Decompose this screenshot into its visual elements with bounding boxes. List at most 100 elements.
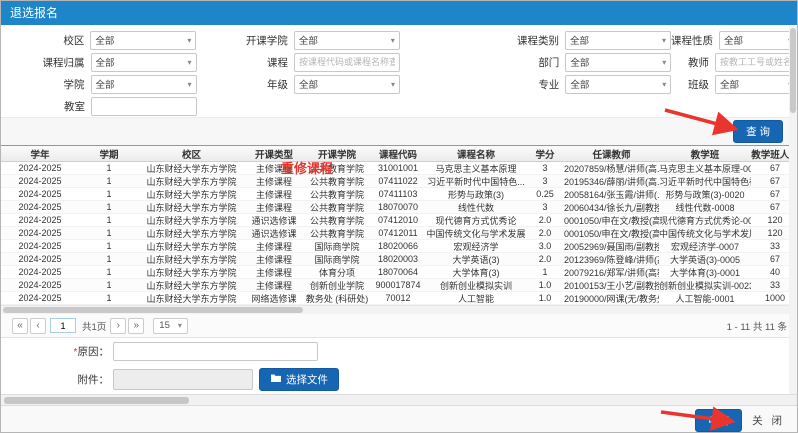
table-cell: 创新创业模拟实训-0023 — [659, 279, 751, 292]
table-row[interactable]: 2024-20251山东财经大学东方学院主修课程创新创业学院900017874创… — [1, 279, 797, 292]
filter-input-course[interactable] — [294, 53, 400, 72]
table-cell: 创新创业模拟实训 — [426, 279, 526, 292]
table-row[interactable]: 2024-20251山东财经大学东方学院主修课程体育分项18070064大学体育… — [1, 266, 797, 279]
table-body: 2024-20251山东财经大学东方学院主修课程公共教育学院31001001马克… — [1, 162, 797, 305]
filter-select-grade[interactable]: 全部▾ — [294, 75, 400, 94]
table-cell: 20079216/郑军/讲师(高教... — [564, 266, 659, 279]
filter-select-course-attribution[interactable]: 全部▾ — [91, 53, 197, 72]
table-cell: 2024-2025 — [1, 293, 79, 303]
table-cell: 07411022 — [370, 176, 426, 186]
reason-row: *原因： — [1, 338, 797, 364]
filter-label: 校区 — [1, 33, 90, 48]
selected-value: 全部 — [570, 33, 662, 47]
apply-button[interactable]: 申请 — [695, 409, 742, 432]
column-header[interactable]: 学分 — [526, 147, 564, 161]
table-cell: 2024-2025 — [1, 228, 79, 238]
table-cell: 18070070 — [370, 202, 426, 212]
table-cell: 2.0 — [526, 215, 564, 225]
table-cell: 1 — [79, 163, 139, 173]
reason-input[interactable] — [113, 342, 318, 361]
scrollbar-thumb[interactable] — [4, 397, 189, 404]
table-cell: 0001050/申在文/教授(高... — [564, 227, 659, 240]
table-cell: 3.0 — [526, 241, 564, 251]
table-cell: 人工智能-0001 — [659, 292, 751, 305]
table-horizontal-scrollbar[interactable] — [1, 305, 797, 314]
table-row[interactable]: 2024-20251山东财经大学东方学院主修课程公共教育学院07411103形势… — [1, 188, 797, 201]
filter-field-offering-college: 开课学院全部▾ — [196, 29, 399, 51]
filter-field-classroom: 教室 — [1, 95, 197, 117]
filter-select-course-category[interactable]: 全部▾ — [565, 31, 671, 50]
column-header[interactable]: 学年 — [1, 147, 79, 161]
page-size-select[interactable]: 15 ▾ — [153, 318, 188, 334]
table-cell: 主修课程 — [244, 201, 304, 214]
table-row[interactable]: 2024-20251山东财经大学东方学院通识选修课公共教育学院07412010现… — [1, 214, 797, 227]
next-page-button[interactable]: › — [110, 318, 126, 334]
filter-select-offering-college[interactable]: 全部▾ — [294, 31, 400, 50]
selected-value: 全部 — [299, 33, 391, 47]
choose-file-button[interactable]: 选择文件 — [259, 368, 339, 391]
table-cell: 线性代数-0008 — [659, 201, 751, 214]
table-cell: 形势与政策(3) — [426, 188, 526, 201]
column-header[interactable]: 课程名称 — [426, 147, 526, 161]
filter-input-classroom[interactable] — [91, 97, 197, 116]
filter-input-teacher[interactable] — [715, 53, 797, 72]
filter-field-college: 学院全部▾ — [1, 73, 197, 95]
column-header[interactable]: 课程代码 — [370, 147, 426, 161]
prev-page-button[interactable]: ‹ — [30, 318, 46, 334]
total-pages-label: 共1页 — [82, 319, 106, 333]
filter-field-grade: 年级全部▾ — [197, 73, 400, 95]
column-header[interactable]: 校区 — [139, 147, 244, 161]
chevron-down-icon: ▾ — [391, 36, 395, 45]
table-cell: 现代德育方式优秀论-00... — [659, 214, 751, 227]
selected-value: 全部 — [95, 33, 187, 47]
filter-row: 课程归属全部▾课程部门全部▾教师 — [1, 51, 797, 73]
filter-field-major: 专业全部▾ — [400, 73, 671, 95]
scrollbar-thumb[interactable] — [790, 28, 796, 113]
vertical-scrollbar[interactable] — [789, 26, 797, 394]
column-header[interactable]: 任课教师 — [564, 147, 659, 161]
filter-row: 教室 — [1, 95, 797, 117]
table-cell: 18020003 — [370, 254, 426, 264]
table-cell: 900017874 — [370, 280, 426, 290]
column-header[interactable]: 学期 — [79, 147, 139, 161]
table-cell: 1 — [79, 189, 139, 199]
selected-value: 全部 — [720, 77, 788, 91]
filter-select-class[interactable]: 全部▾ — [715, 75, 797, 94]
table-row[interactable]: 2024-20251山东财经大学东方学院主修课程公共教育学院18070070线性… — [1, 201, 797, 214]
table-cell: 1 — [79, 241, 139, 251]
table-row[interactable]: 2024-20251山东财经大学东方学院通识选修课公共教育学院07412011中… — [1, 227, 797, 240]
bottom-horizontal-scrollbar[interactable] — [1, 394, 797, 406]
annotation-highlight: 重修课程 — [281, 158, 333, 177]
last-page-button[interactable]: » — [128, 318, 144, 334]
filter-field-department: 部门全部▾ — [400, 51, 671, 73]
table-cell: 3 — [526, 202, 564, 212]
table-row[interactable]: 2024-20251山东财经大学东方学院网络选修课教务处 (科研处)70012人… — [1, 292, 797, 305]
table-cell: 体育分项 — [304, 266, 370, 279]
filter-field-campus: 校区全部▾ — [1, 29, 196, 51]
table-row[interactable]: 2024-20251山东财经大学东方学院主修课程国际商学院18020003大学英… — [1, 253, 797, 266]
query-button[interactable]: 查 询 — [733, 120, 783, 143]
scrollbar-thumb[interactable] — [3, 307, 303, 313]
filter-field-course-category: 课程类别全部▾ — [400, 29, 671, 51]
column-header[interactable]: 教学班 — [659, 147, 751, 161]
table-row[interactable]: 2024-20251山东财经大学东方学院主修课程公共教育学院07411022习近… — [1, 175, 797, 188]
filter-label: 专业 — [400, 77, 565, 92]
close-button[interactable]: 关 闭 — [752, 413, 785, 428]
filter-select-college[interactable]: 全部▾ — [91, 75, 197, 94]
filter-panel: 校区全部▾开课学院全部▾课程类别全部▾课程性质全部▾课程归属全部▾课程部门全部▾… — [1, 25, 797, 117]
table-row[interactable]: 2024-20251山东财经大学东方学院主修课程公共教育学院31001001马克… — [1, 162, 797, 175]
table-cell: 宏观经济学-0007 — [659, 240, 751, 253]
page-number-input[interactable] — [50, 318, 76, 333]
table-row[interactable]: 2024-20251山东财经大学东方学院主修课程国际商学院18020066宏观经… — [1, 240, 797, 253]
table-cell: 1 — [526, 267, 564, 277]
filter-select-campus[interactable]: 全部▾ — [90, 31, 196, 50]
filter-select-major[interactable]: 全部▾ — [565, 75, 671, 94]
table-cell: 马克思主义基本原理-000... — [659, 162, 751, 175]
table-cell: 主修课程 — [244, 253, 304, 266]
table-cell: 通识选修课 — [244, 214, 304, 227]
dialog-titlebar: 退选报名 — [1, 1, 797, 25]
filter-select-course-nature[interactable]: 全部▾ — [719, 31, 797, 50]
first-page-button[interactable]: « — [12, 318, 28, 334]
filter-select-department[interactable]: 全部▾ — [565, 53, 671, 72]
filter-field-class: 班级全部▾ — [671, 73, 797, 95]
